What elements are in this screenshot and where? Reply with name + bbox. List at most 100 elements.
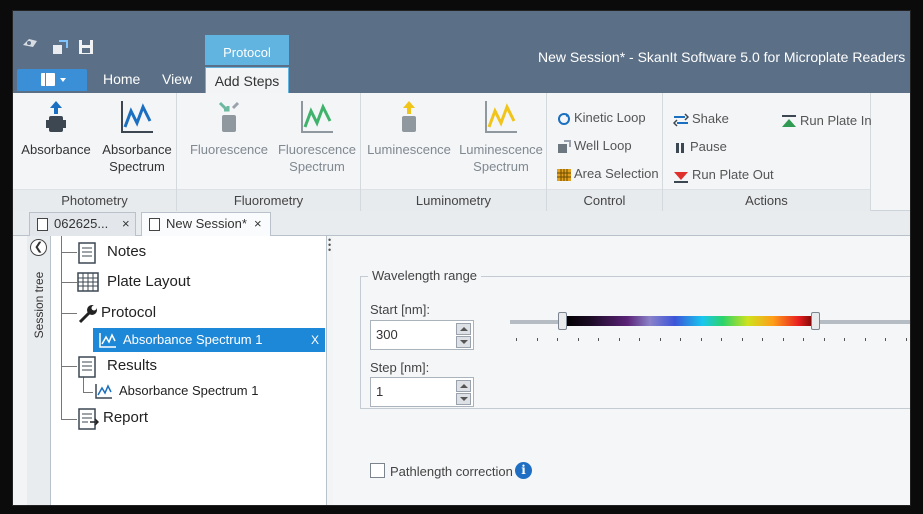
tab-label: 062625...	[54, 216, 109, 231]
tab-label: New Session*	[166, 216, 247, 231]
tree-connector	[61, 366, 77, 367]
shake-button[interactable]: Shake	[673, 110, 729, 128]
kinetic-loop-button[interactable]: Kinetic Loop	[557, 109, 646, 127]
tab-new-session[interactable]: New Session* ×	[141, 212, 271, 237]
document-icon	[37, 218, 48, 231]
run-plate-in-button[interactable]: Run Plate In	[781, 112, 872, 130]
start-slider-thumb[interactable]	[558, 312, 567, 330]
plate-in-icon	[782, 114, 796, 127]
fluorescence-button[interactable]: Fluorescence	[185, 99, 273, 158]
pause-button[interactable]: Pause	[673, 138, 727, 156]
window-title: New Session* - SkanIt Software 5.0 for M…	[538, 49, 906, 65]
slider-tick	[536, 338, 538, 341]
slider-tick	[700, 338, 702, 341]
slider-tick	[905, 338, 907, 341]
slider-tick	[762, 338, 763, 341]
step-settings-pane: Wavelength range Start [nm]: 300 Step [n…	[333, 236, 910, 505]
absorbance-icon	[46, 101, 66, 132]
info-icon[interactable]: i	[515, 462, 532, 479]
end-slider-thumb[interactable]	[811, 312, 820, 330]
pathlength-correction-checkbox[interactable]	[370, 463, 385, 478]
slider-tick	[782, 338, 784, 341]
slider-tick	[639, 338, 640, 341]
run-plate-out-button[interactable]: Run Plate Out	[673, 166, 774, 184]
app-window: Protocol New Session* - SkanIt Software …	[12, 10, 911, 506]
well-loop-icon	[558, 139, 571, 153]
slider-ticks	[516, 338, 910, 344]
file-menu-button[interactable]	[17, 69, 87, 91]
tree-connector	[61, 236, 62, 420]
increment-icon[interactable]	[456, 380, 471, 392]
pause-icon	[676, 142, 684, 153]
absorbance-spectrum-button[interactable]: Absorbance Spectrum	[101, 99, 173, 175]
pathlength-correction-label[interactable]: Pathlength correction	[390, 464, 513, 479]
session-tree-label: Session tree	[32, 271, 46, 339]
tree-item-label: Protocol	[101, 304, 157, 321]
group-label-fluorometry: Fluorometry	[177, 189, 360, 211]
undo-icon[interactable]	[51, 39, 69, 55]
absorbance-spectrum-label-1: Absorbance	[102, 142, 172, 157]
group-label-luminometry: Luminometry	[361, 189, 546, 211]
well-loop-button[interactable]: Well Loop	[557, 137, 632, 155]
group-photometry: Absorbance Absorbance Spectrum Photometr…	[13, 93, 177, 211]
tree-item-protocol-step[interactable]: Absorbance Spectrum 1 X	[93, 328, 325, 352]
spectrum-chart-icon	[121, 101, 153, 133]
slider-tick	[680, 338, 681, 341]
tree-item-label: Absorbance Spectrum 1	[119, 383, 259, 398]
start-wavelength-value: 300	[376, 327, 398, 342]
luminescence-spectrum-button[interactable]: Luminescence Spectrum	[459, 99, 543, 175]
collapse-left-icon[interactable]: ❮	[30, 239, 47, 256]
tree-connector	[61, 252, 77, 253]
wavelength-range-legend: Wavelength range	[368, 268, 482, 283]
splitter-grip-icon: • • •	[328, 235, 332, 255]
area-selection-button[interactable]: Area Selection	[557, 165, 659, 183]
luminescence-label: Luminescence	[367, 142, 451, 157]
report-icon	[78, 408, 99, 430]
wavelength-spectrum-bar	[564, 316, 816, 326]
group-luminometry: Luminescence Luminescence Spectrum Lumin…	[361, 93, 547, 211]
session-tree: Notes Plate Layout Protocol Absorbance S…	[51, 236, 327, 505]
slider-tick	[721, 338, 722, 341]
luminescence-button[interactable]: Luminescence	[367, 99, 451, 158]
tree-connector	[61, 419, 77, 420]
start-wavelength-input[interactable]: 300	[370, 320, 474, 350]
shake-icon	[673, 113, 689, 127]
absorbance-button[interactable]: Absorbance	[21, 99, 91, 158]
step-wavelength-input[interactable]: 1	[370, 377, 474, 407]
fluorescence-label: Fluorescence	[189, 142, 269, 157]
slider-tick	[557, 338, 558, 341]
luminescence-spectrum-label-1: Luminescence	[459, 142, 543, 157]
tree-connector	[83, 376, 84, 392]
tab-add-steps[interactable]: Add Steps	[205, 67, 289, 93]
title-bar: Protocol New Session* - SkanIt Software …	[13, 11, 910, 67]
fluorescence-spectrum-label-1: Fluorescence	[277, 142, 357, 157]
slider-tick	[741, 338, 743, 341]
save-icon[interactable]	[77, 39, 95, 55]
tab-view[interactable]: View	[162, 71, 192, 87]
tab-session-062625[interactable]: 062625... ×	[29, 212, 136, 236]
fluorescence-spectrum-button[interactable]: Fluorescence Spectrum	[275, 99, 359, 175]
tree-item-label: Report	[103, 409, 149, 426]
plate-out-icon	[674, 171, 688, 183]
kinetic-loop-label: Kinetic Loop	[574, 110, 646, 125]
slider-tick	[659, 338, 661, 341]
app-logo-icon[interactable]	[21, 35, 39, 51]
group-label-control: Control	[547, 189, 662, 211]
step-label: Step [nm]:	[370, 360, 430, 375]
slider-tick	[598, 338, 599, 341]
tab-home[interactable]: Home	[103, 71, 140, 87]
ribbon-tab-row: Home View Add Steps	[13, 67, 910, 93]
close-icon[interactable]: ×	[122, 213, 130, 235]
spectrum-chart-icon	[301, 101, 333, 133]
fluorescence-spectrum-label-2: Spectrum	[289, 159, 345, 174]
wrench-icon	[78, 305, 97, 324]
increment-icon[interactable]	[456, 323, 471, 335]
remove-step-icon[interactable]: X	[311, 328, 319, 352]
tree-connector	[83, 392, 93, 393]
close-icon[interactable]: ×	[254, 213, 262, 235]
start-label: Start [nm]:	[370, 302, 430, 317]
decrement-icon[interactable]	[456, 393, 471, 405]
area-selection-label: Area Selection	[574, 166, 659, 181]
pause-label: Pause	[690, 139, 727, 154]
decrement-icon[interactable]	[456, 336, 471, 348]
